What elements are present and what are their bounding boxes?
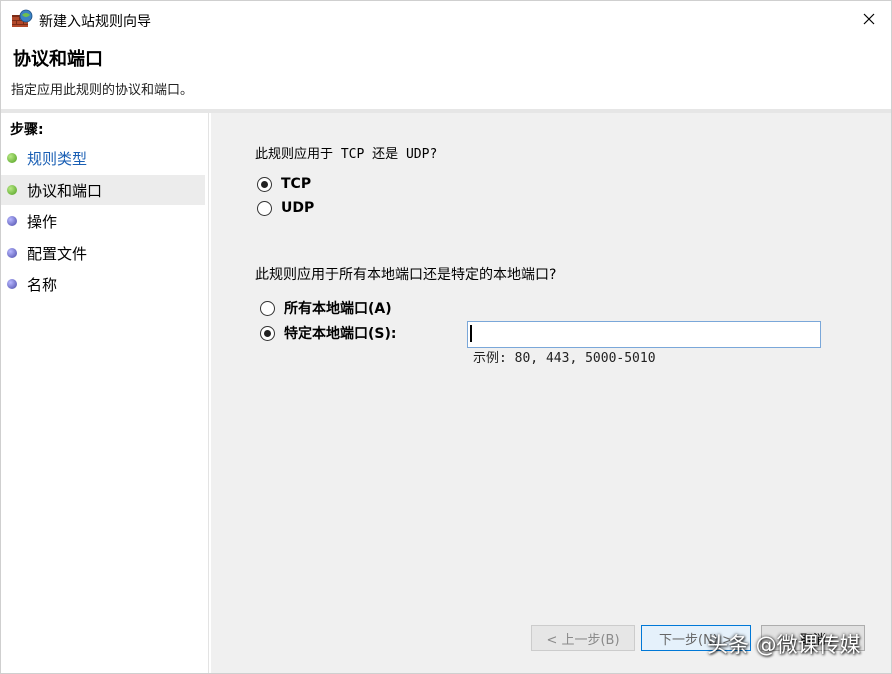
- watermark-text: 头条 @微课传媒: [707, 633, 861, 657]
- step-status-done-icon: [7, 153, 17, 163]
- step-status-pending-icon: [7, 248, 17, 258]
- step-protocol-port[interactable]: 协议和端口: [1, 175, 205, 205]
- steps-title: 步骤:: [10, 122, 44, 138]
- radio-tcp[interactable]: TCP: [257, 176, 311, 192]
- content-pane: 此规则应用于 TCP 还是 UDP? TCP UDP 此规则应用于所有本地端口还…: [211, 113, 891, 673]
- radio-unchecked-icon: [260, 300, 275, 316]
- window-title: 新建入站规则向导: [39, 14, 151, 30]
- close-button[interactable]: [847, 1, 891, 37]
- page-title: 协议和端口: [13, 49, 103, 70]
- protocol-question: 此规则应用于 TCP 还是 UDP?: [255, 147, 438, 162]
- radio-specific-ports[interactable]: 特定本地端口(S):: [260, 323, 396, 343]
- step-name: 名称: [1, 269, 205, 299]
- port-example-hint: 示例: 80, 443, 5000-5010: [473, 351, 656, 366]
- step-profile: 配置文件: [1, 238, 205, 268]
- text-caret: [470, 325, 472, 342]
- radio-checked-icon: [260, 325, 275, 341]
- radio-checked-icon: [257, 176, 272, 192]
- step-status-pending-icon: [7, 279, 17, 289]
- radio-unchecked-icon: [257, 200, 272, 216]
- step-label: 名称: [27, 275, 58, 294]
- step-label: 规则类型: [27, 149, 88, 168]
- radio-udp[interactable]: UDP: [257, 200, 314, 216]
- firewall-icon: [11, 9, 33, 29]
- radio-label: 所有本地端口(A): [284, 301, 392, 317]
- radio-label: TCP: [281, 176, 312, 192]
- close-icon: [863, 10, 875, 29]
- radio-label: 特定本地端口(S):: [284, 326, 397, 342]
- step-label: 协议和端口: [27, 181, 103, 200]
- specific-ports-input[interactable]: [467, 321, 821, 348]
- radio-label: UDP: [281, 200, 315, 216]
- step-status-current-icon: [7, 185, 17, 195]
- wizard-header: 协议和端口 指定应用此规则的协议和端口。: [1, 37, 891, 109]
- page-description: 指定应用此规则的协议和端口。: [11, 83, 194, 98]
- port-question: 此规则应用于所有本地端口还是特定的本地端口?: [255, 267, 557, 283]
- step-label: 操作: [27, 212, 58, 231]
- title-bar: 新建入站规则向导: [1, 1, 891, 37]
- step-label: 配置文件: [27, 244, 88, 263]
- steps-pane: 步骤: 规则类型 协议和端口 操作 配置文件 名称: [1, 113, 209, 673]
- wizard-window: 新建入站规则向导 协议和端口 指定应用此规则的协议和端口。 步骤: 规则类型 协…: [0, 0, 892, 674]
- step-action: 操作: [1, 206, 205, 236]
- back-button[interactable]: < 上一步(B): [531, 625, 635, 651]
- step-status-pending-icon: [7, 216, 17, 226]
- step-rule-type[interactable]: 规则类型: [1, 143, 205, 173]
- radio-all-ports[interactable]: 所有本地端口(A): [260, 298, 392, 318]
